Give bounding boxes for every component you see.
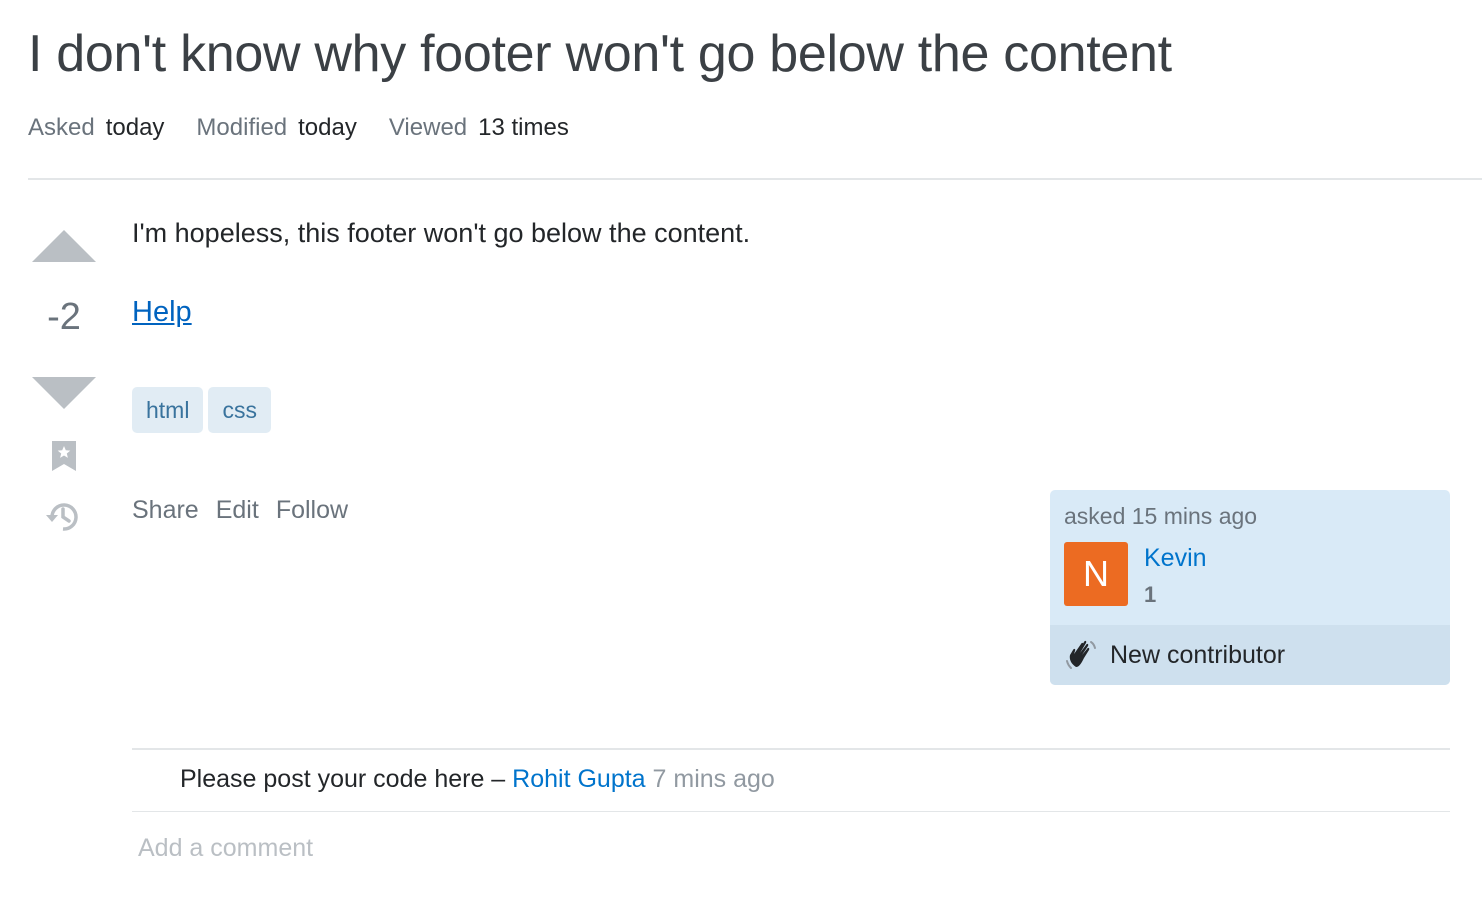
history-icon[interactable]: [44, 498, 82, 536]
comment-item: Please post your code here – Rohit Gupta…: [180, 765, 775, 794]
modified-meta: Modified today: [196, 114, 356, 142]
comment-divider: [132, 811, 1450, 812]
avatar[interactable]: N: [1064, 542, 1128, 606]
new-contributor-badge[interactable]: New contributor: [1050, 625, 1450, 685]
add-comment-link[interactable]: Add a comment: [138, 834, 313, 863]
post-body-text: I'm hopeless, this footer won't go below…: [132, 218, 751, 248]
comment-author-link[interactable]: Rohit Gupta: [512, 765, 645, 793]
new-contributor-label: New contributor: [1110, 640, 1286, 669]
user-name-link[interactable]: Kevin: [1144, 544, 1207, 573]
downvote-button[interactable]: [32, 377, 96, 409]
help-link[interactable]: Help: [132, 296, 192, 329]
asked-label: Asked: [28, 114, 95, 141]
wave-icon: [1066, 640, 1096, 669]
viewed-label: Viewed: [388, 114, 468, 141]
tag-list: html css: [132, 387, 271, 433]
vote-count: -2: [47, 296, 81, 338]
modified-value[interactable]: today: [298, 114, 357, 142]
upvote-button[interactable]: [32, 230, 96, 262]
post-actions: Share Edit Follow: [132, 496, 348, 525]
edit-link[interactable]: Edit: [216, 496, 259, 525]
follow-link[interactable]: Follow: [276, 496, 348, 525]
comment-time[interactable]: 7 mins ago: [653, 765, 775, 793]
user-card: asked 15 mins ago N Kevin 1 New contribu…: [1050, 490, 1450, 685]
tag-html[interactable]: html: [132, 387, 204, 433]
asked-time[interactable]: asked 15 mins ago: [1064, 503, 1257, 530]
question-meta: Asked today Modified today Viewed 13 tim…: [28, 114, 569, 142]
share-link[interactable]: Share: [132, 496, 199, 525]
question-page: I don't know why footer won't go below t…: [0, 0, 1482, 916]
user-reputation: 1: [1144, 582, 1157, 607]
asked-value: today: [105, 114, 165, 141]
tag-css[interactable]: css: [208, 387, 271, 433]
viewed-meta: Viewed 13 times: [389, 114, 569, 142]
comments-divider: [132, 748, 1450, 750]
viewed-value: 13 times: [478, 114, 569, 141]
question-title[interactable]: I don't know why footer won't go below t…: [28, 24, 1172, 84]
header-divider: [28, 178, 1482, 180]
bookmark-icon[interactable]: [51, 440, 77, 472]
asked-meta: Asked today: [28, 114, 164, 142]
modified-label: Modified: [196, 114, 288, 141]
comment-text: Please post your code here –: [180, 765, 513, 793]
